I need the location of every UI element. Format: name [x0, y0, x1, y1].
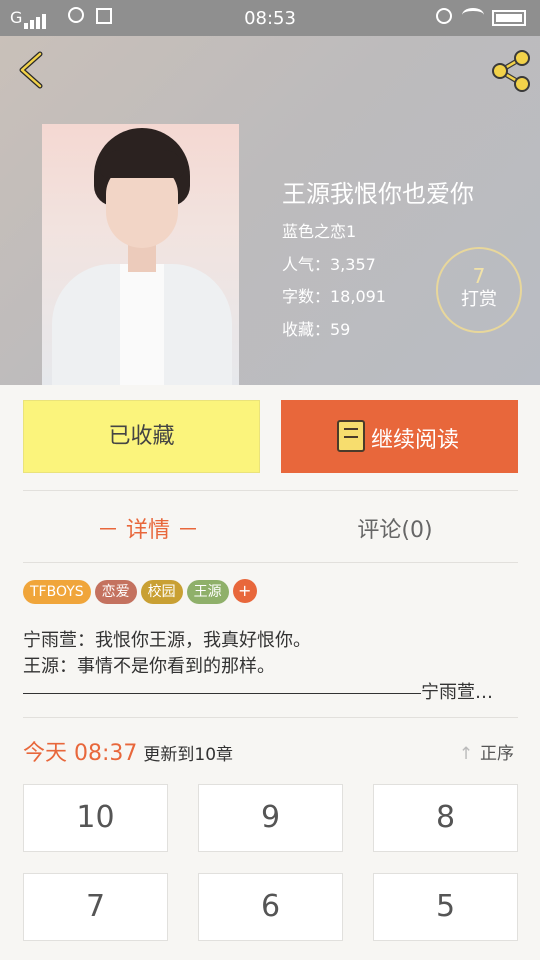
- book-icon: [337, 420, 365, 452]
- reward-count: 7: [472, 264, 486, 288]
- sort-order-label: 正序: [480, 744, 514, 764]
- add-tag-button[interactable]: +: [232, 579, 257, 603]
- alarm-icon: [436, 8, 452, 24]
- chapter-button[interactable]: 8: [373, 784, 518, 852]
- synopsis-line: 宁雨萱：我恨你王源，我真好恨你。: [23, 630, 311, 651]
- clock: 08:53: [244, 8, 296, 29]
- divider: [23, 717, 518, 718]
- status-bar: G 08:53: [0, 0, 540, 36]
- tab-comments[interactable]: 评论(0): [270, 512, 520, 544]
- favorited-button[interactable]: 已收藏: [23, 400, 260, 473]
- synopsis-line: 王源：事情不是你看到的那样。: [23, 656, 275, 677]
- tag-campus[interactable]: 校园: [140, 580, 183, 604]
- divider: [23, 562, 518, 563]
- chapter-button[interactable]: 7: [23, 873, 168, 941]
- battery-icon: [492, 10, 526, 26]
- book-title: 王源我恨你也爱你: [282, 180, 474, 208]
- chapter-button[interactable]: 10: [23, 784, 168, 852]
- wifi-icon: [462, 8, 484, 22]
- update-text: 更新到10章: [143, 745, 234, 765]
- update-info: 今天 08:37 更新到10章: [23, 735, 233, 767]
- book-author[interactable]: 蓝色之恋1: [282, 218, 356, 242]
- reward-button[interactable]: 7 打赏: [436, 247, 522, 333]
- reward-label: 打赏: [461, 289, 497, 310]
- book-popularity: 人气：3,357: [282, 255, 376, 274]
- update-time: 今天 08:37: [23, 741, 138, 766]
- continue-reading-button[interactable]: 继续阅读: [281, 400, 518, 473]
- book-cover-image: [42, 124, 239, 385]
- continue-reading-label: 继续阅读: [371, 428, 460, 453]
- tag-list: TFBOYS 恋爱 校园 王源 +: [23, 579, 261, 604]
- divider: [23, 490, 518, 491]
- back-arrow-icon[interactable]: [14, 50, 54, 90]
- chapter-button[interactable]: 9: [198, 784, 343, 852]
- tag-wangyuan[interactable]: 王源: [186, 580, 229, 604]
- tag-romance[interactable]: 恋爱: [94, 580, 137, 604]
- tab-detail[interactable]: － 详情 －: [23, 512, 273, 544]
- book-favorites: 收藏：59: [282, 320, 351, 339]
- tag-tfboys[interactable]: TFBOYS: [23, 580, 91, 604]
- chapter-button[interactable]: 6: [198, 873, 343, 941]
- book-header: 王源我恨你也爱你 蓝色之恋1 人气：3,357 字数：18,091 收藏：59 …: [0, 36, 540, 385]
- share-icon[interactable]: [488, 48, 534, 94]
- sort-arrow-icon: ↑: [458, 744, 474, 764]
- book-word-count: 字数：18,091: [282, 287, 386, 306]
- sort-order-button[interactable]: ↑ 正序: [458, 739, 514, 764]
- synopsis-line: 宁雨萱…: [421, 682, 493, 703]
- synopsis[interactable]: 宁雨萱：我恨你王源，我真好恨你。 王源：事情不是你看到的那样。 宁雨萱…: [23, 628, 518, 706]
- chapter-button[interactable]: 5: [373, 873, 518, 941]
